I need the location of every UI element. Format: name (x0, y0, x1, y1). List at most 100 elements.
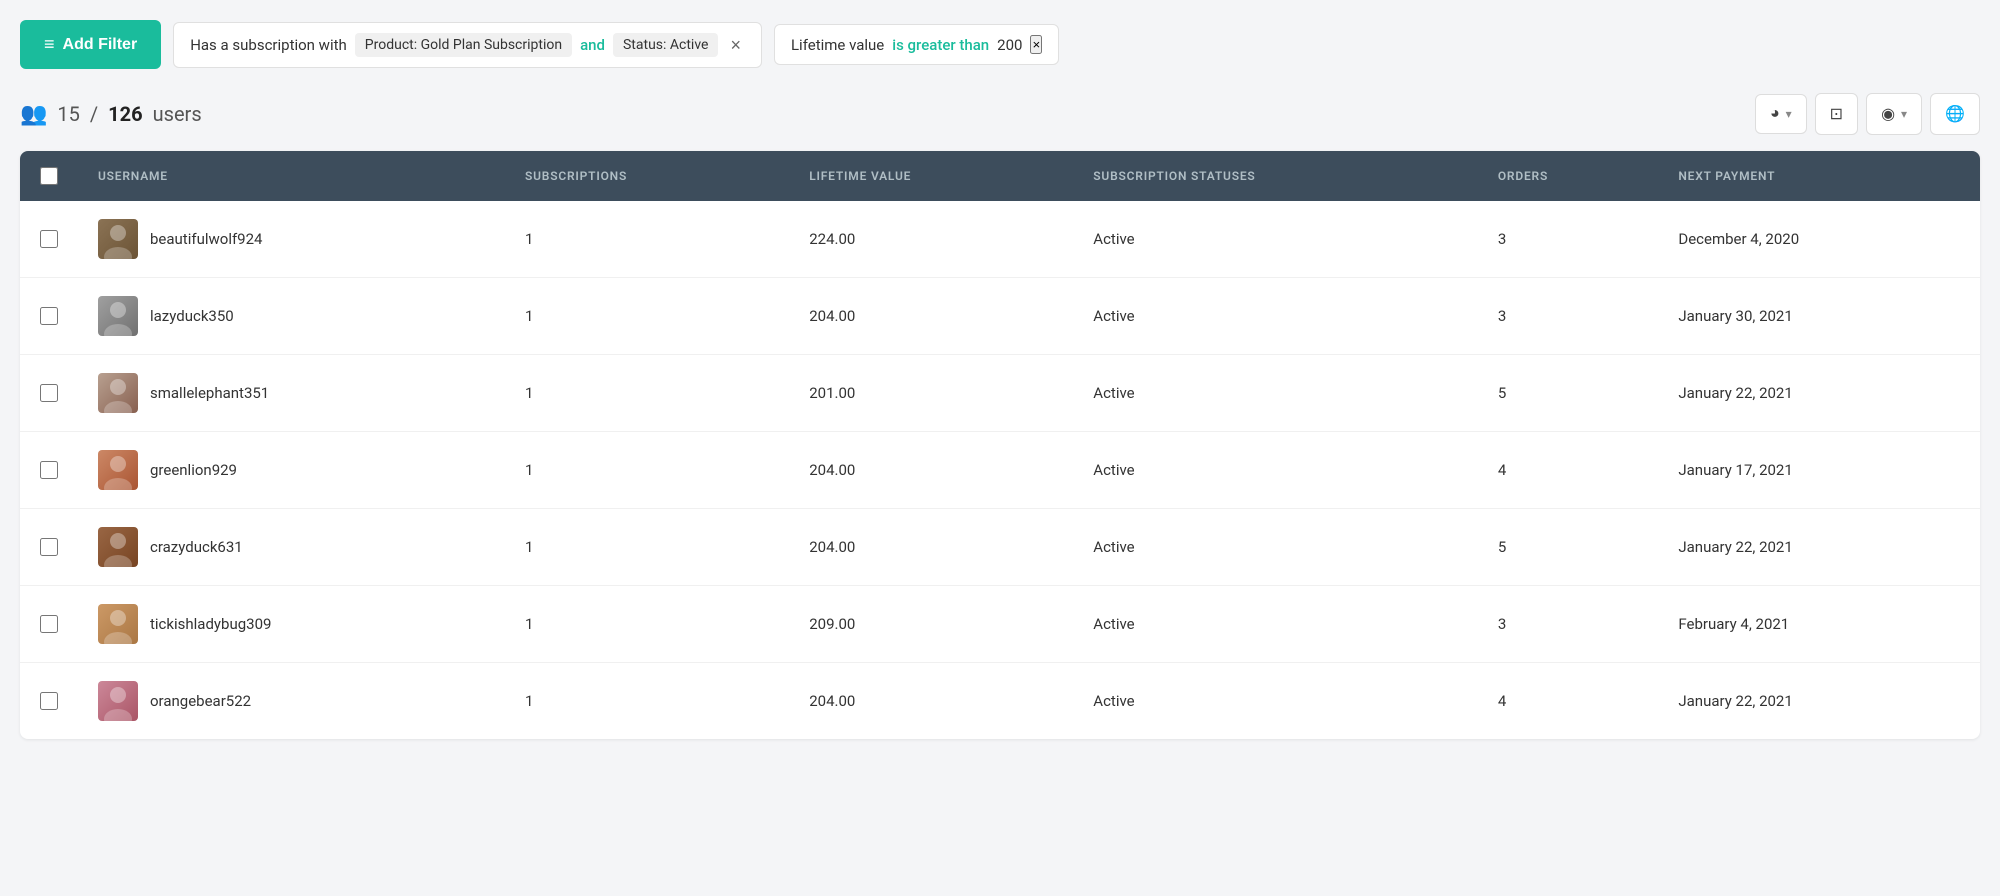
next-payment-cell: December 4, 2020 (1658, 201, 1980, 278)
status-cell: Active (1073, 201, 1478, 278)
row-checkbox[interactable] (40, 461, 58, 479)
total-count: 126 (108, 102, 142, 126)
username-text: crazyduck631 (150, 538, 243, 556)
filter2-value: 200 (997, 36, 1022, 54)
row-checkbox[interactable] (40, 538, 58, 556)
subscriptions-cell: 1 (505, 586, 789, 663)
orders-cell: 4 (1478, 432, 1659, 509)
username-cell: smallelephant351 (78, 355, 505, 432)
users-icon: 👥 (20, 102, 47, 127)
globe-icon: 🌐 (1945, 104, 1965, 124)
save-view-button[interactable]: ⊡ (1815, 93, 1858, 135)
row-checkbox[interactable] (40, 307, 58, 325)
subscriptions-cell: 1 (505, 663, 789, 740)
filter1-tag1[interactable]: Product: Gold Plan Subscription (355, 33, 572, 57)
lifetime-value-cell: 224.00 (789, 201, 1073, 278)
table-row: greenlion929 1 204.00 Active 4 January 1… (20, 432, 1980, 509)
subscriptions-cell: 1 (505, 509, 789, 586)
eye-button[interactable]: ◉ ▾ (1866, 93, 1922, 135)
count-separator: / (90, 102, 98, 126)
filter1-prefix: Has a subscription with (190, 36, 347, 54)
avatar (98, 681, 138, 721)
filter2-prefix: Lifetime value (791, 36, 884, 54)
filter1-tag2[interactable]: Status: Active (613, 33, 718, 57)
avatar (98, 450, 138, 490)
lifetime-value-cell: 204.00 (789, 509, 1073, 586)
filter-bar: ≡ Add Filter Has a subscription with Pro… (20, 20, 1980, 69)
lifetime-value-cell: 209.00 (789, 586, 1073, 663)
row-checkbox[interactable] (40, 615, 58, 633)
username-text: greenlion929 (150, 461, 237, 479)
lifetime-value-cell: 204.00 (789, 432, 1073, 509)
filter2-operator: is greater than (892, 36, 989, 54)
filter-icon: ≡ (44, 34, 55, 55)
col-subscriptions: SUBSCRIPTIONS (505, 151, 789, 201)
next-payment-cell: January 30, 2021 (1658, 278, 1980, 355)
status-cell: Active (1073, 432, 1478, 509)
col-orders: ORDERS (1478, 151, 1659, 201)
lifetime-value-cell: 204.00 (789, 278, 1073, 355)
filter1-connector: and (580, 36, 605, 54)
row-checkbox-cell (20, 509, 78, 586)
filtered-count: 15 (57, 102, 79, 126)
username-cell: crazyduck631 (78, 509, 505, 586)
subscription-filter-chip: Has a subscription with Product: Gold Pl… (173, 22, 762, 68)
avatar (98, 373, 138, 413)
username-text: smallelephant351 (150, 384, 269, 402)
next-payment-cell: February 4, 2021 (1658, 586, 1980, 663)
table-row: beautifulwolf924 1 224.00 Active 3 Decem… (20, 201, 1980, 278)
status-cell: Active (1073, 355, 1478, 432)
pie-chart-button[interactable]: ◕ ▾ (1755, 94, 1807, 134)
status-cell: Active (1073, 278, 1478, 355)
avatar (98, 296, 138, 336)
table-header: USERNAME SUBSCRIPTIONS LIFETIME VALUE SU… (20, 151, 1980, 201)
subscriptions-cell: 1 (505, 201, 789, 278)
username-text: beautifulwolf924 (150, 230, 262, 248)
next-payment-cell: January 22, 2021 (1658, 509, 1980, 586)
username-cell: orangebear522 (78, 663, 505, 740)
orders-cell: 3 (1478, 278, 1659, 355)
status-cell: Active (1073, 509, 1478, 586)
filter2-close-button[interactable]: × (1030, 35, 1042, 54)
next-payment-cell: January 22, 2021 (1658, 663, 1980, 740)
row-checkbox-cell (20, 201, 78, 278)
row-checkbox-cell (20, 663, 78, 740)
username-cell: lazyduck350 (78, 278, 505, 355)
avatar (98, 219, 138, 259)
col-lifetime-value: LIFETIME VALUE (789, 151, 1073, 201)
avatar (98, 527, 138, 567)
table-row: smallelephant351 1 201.00 Active 5 Janua… (20, 355, 1980, 432)
col-next-payment: NEXT PAYMENT (1658, 151, 1980, 201)
subscriptions-cell: 1 (505, 278, 789, 355)
row-checkbox-cell (20, 586, 78, 663)
orders-cell: 4 (1478, 663, 1659, 740)
col-username: USERNAME (78, 151, 505, 201)
col-subscription-statuses: SUBSCRIPTION STATUSES (1073, 151, 1478, 201)
row-checkbox-cell (20, 278, 78, 355)
pie-chart-icon: ◕ (1770, 105, 1780, 123)
select-all-checkbox[interactable] (40, 167, 58, 185)
add-filter-label: Add Filter (63, 36, 138, 54)
toolbar-icons-group: ◕ ▾ ⊡ ◉ ▾ 🌐 (1755, 93, 1980, 135)
filter1-close-button[interactable]: × (726, 36, 745, 54)
row-checkbox[interactable] (40, 384, 58, 402)
stats-toolbar-row: 👥 15 / 126 users ◕ ▾ ⊡ ◉ ▾ 🌐 (20, 93, 1980, 135)
subscriptions-cell: 1 (505, 432, 789, 509)
row-checkbox[interactable] (40, 230, 58, 248)
row-checkbox[interactable] (40, 692, 58, 710)
avatar (98, 604, 138, 644)
subscriptions-cell: 1 (505, 355, 789, 432)
add-filter-button[interactable]: ≡ Add Filter (20, 20, 161, 69)
user-count-display: 👥 15 / 126 users (20, 102, 202, 127)
globe-button[interactable]: 🌐 (1930, 93, 1980, 135)
table-row: lazyduck350 1 204.00 Active 3 January 30… (20, 278, 1980, 355)
lifetime-value-cell: 204.00 (789, 663, 1073, 740)
username-text: lazyduck350 (150, 307, 234, 325)
checkbox-header (20, 151, 78, 201)
lifetime-value-filter-chip: Lifetime value is greater than 200 × (774, 24, 1059, 65)
eye-icon: ◉ (1881, 104, 1895, 124)
username-text: tickishladybug309 (150, 615, 271, 633)
status-cell: Active (1073, 663, 1478, 740)
header-row: USERNAME SUBSCRIPTIONS LIFETIME VALUE SU… (20, 151, 1980, 201)
users-label: users (153, 102, 202, 126)
